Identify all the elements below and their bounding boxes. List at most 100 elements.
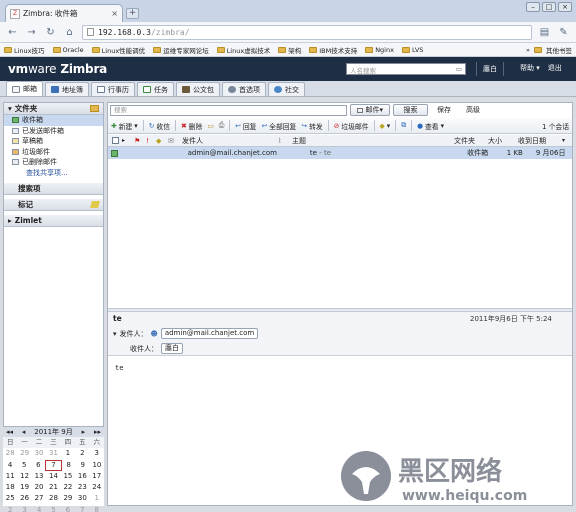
calendar-day[interactable]: 3 bbox=[90, 448, 104, 459]
calendar-day[interactable]: 8 bbox=[62, 460, 76, 471]
expand-header-icon[interactable]: ▾ bbox=[113, 330, 117, 338]
detach-icon[interactable]: ⧉ bbox=[401, 121, 406, 130]
spam-button[interactable]: ⊘ 垃圾邮件 bbox=[334, 121, 369, 131]
address-bar[interactable]: 192.168.0.3/zimbra/ bbox=[82, 24, 532, 40]
calendar-day[interactable]: 26 bbox=[17, 493, 31, 504]
print-icon[interactable]: ⎙ bbox=[219, 121, 224, 130]
prev-month-icon[interactable]: ◂ bbox=[22, 428, 26, 436]
tab-tasks[interactable]: 任务 bbox=[137, 82, 174, 96]
calendar-day[interactable]: 9 bbox=[76, 460, 90, 471]
calendar-day[interactable]: 19 bbox=[17, 482, 31, 493]
calendar-day[interactable]: 2 bbox=[3, 505, 17, 512]
bookmark-item[interactable]: LVS bbox=[401, 46, 423, 54]
calendar-day[interactable]: 30 bbox=[32, 448, 46, 459]
flag-col-icon[interactable]: ⚑ bbox=[134, 137, 146, 145]
folder-junk[interactable]: 垃圾邮件 bbox=[4, 147, 103, 158]
tab-briefcase[interactable]: 公文包 bbox=[176, 82, 220, 96]
sort-icon[interactable]: ▾ bbox=[562, 137, 565, 144]
calendar-day[interactable]: 14 bbox=[46, 471, 60, 482]
calendar-day[interactable]: 6 bbox=[61, 505, 75, 512]
expand-icon[interactable]: ▸ bbox=[8, 216, 12, 225]
calendar-day[interactable]: 20 bbox=[32, 482, 46, 493]
calendar-day[interactable]: 11 bbox=[3, 471, 17, 482]
calendar-day[interactable]: 4 bbox=[3, 460, 17, 471]
calendar-day[interactable]: 27 bbox=[32, 493, 46, 504]
forward-icon[interactable]: → bbox=[25, 26, 38, 39]
calendar-day[interactable]: 23 bbox=[75, 482, 89, 493]
tags-header[interactable]: 标记 bbox=[4, 199, 103, 211]
save-search-button[interactable]: 保存 bbox=[431, 104, 457, 116]
close-window-icon[interactable]: × bbox=[558, 2, 572, 12]
address-card-icon[interactable]: ▭ bbox=[456, 65, 462, 73]
reload-icon[interactable]: ↻ bbox=[44, 26, 57, 39]
calendar-day[interactable]: 31 bbox=[46, 448, 60, 459]
other-bookmarks[interactable]: » 其他书签 bbox=[526, 45, 572, 55]
calendar-day[interactable]: 15 bbox=[61, 471, 75, 482]
bookmark-item[interactable]: Linux虚拟技术 bbox=[216, 45, 270, 55]
tab-mail[interactable]: 邮箱 bbox=[6, 81, 43, 96]
message-checkbox[interactable] bbox=[111, 149, 119, 157]
calendar-day[interactable]: 18 bbox=[3, 482, 17, 493]
page-menu-icon[interactable]: ▤ bbox=[538, 26, 551, 39]
calendar-day[interactable]: 25 bbox=[3, 493, 17, 504]
calendar-day[interactable]: 13 bbox=[32, 471, 46, 482]
column-subject[interactable]: 主题 bbox=[292, 136, 454, 146]
tag-col-icon[interactable]: ◆ bbox=[156, 137, 168, 145]
calendar-day[interactable]: 30 bbox=[75, 493, 89, 504]
find-shares-link[interactable]: 查找共享项... bbox=[4, 168, 103, 179]
calendar-day[interactable]: 10 bbox=[90, 460, 104, 471]
calendar-day[interactable]: 22 bbox=[61, 482, 75, 493]
attachment-col-icon[interactable]: ⌇ bbox=[278, 137, 292, 145]
back-icon[interactable]: ← bbox=[6, 26, 19, 39]
expand-col-icon[interactable]: ▸ bbox=[122, 137, 134, 144]
minimize-icon[interactable]: – bbox=[526, 2, 540, 12]
delete-button[interactable]: ✖ 删除 bbox=[181, 121, 202, 131]
from-address[interactable]: admin@mail.chanjet.com bbox=[160, 328, 259, 339]
search-button[interactable]: 搜索 bbox=[393, 104, 428, 116]
calendar-day[interactable]: 28 bbox=[3, 448, 17, 459]
folder-drafts[interactable]: 草稿箱 bbox=[4, 136, 103, 147]
next-year-icon[interactable]: ▸▸ bbox=[94, 428, 101, 436]
calendar-day[interactable]: 17 bbox=[90, 471, 104, 482]
column-folder[interactable]: 文件夹 bbox=[454, 136, 488, 146]
calendar-day[interactable]: 28 bbox=[46, 493, 60, 504]
bookmark-item[interactable]: IBM技术支持 bbox=[309, 45, 357, 55]
bookmark-item[interactable]: Nginx bbox=[365, 46, 394, 54]
zimlet-header[interactable]: ▸ Zimlet bbox=[4, 215, 103, 227]
advanced-search-button[interactable]: 高级 bbox=[460, 104, 486, 116]
status-col-icon[interactable]: ✉ bbox=[168, 137, 182, 145]
calendar-day[interactable]: 29 bbox=[61, 493, 75, 504]
calendar-day[interactable]: 4 bbox=[32, 505, 46, 512]
column-sender[interactable]: 发件人 bbox=[182, 136, 278, 146]
calendar-day[interactable]: 12 bbox=[17, 471, 31, 482]
calendar-day[interactable]: 29 bbox=[17, 448, 31, 459]
calendar-day[interactable]: 1 bbox=[61, 448, 75, 459]
new-tag-icon[interactable] bbox=[90, 201, 100, 208]
bookmark-item[interactable]: Linux技巧 bbox=[4, 45, 45, 55]
chevron-right-icon[interactable]: » bbox=[526, 46, 530, 54]
bookmark-item[interactable]: Linux性能调优 bbox=[91, 45, 145, 55]
message-row[interactable]: admin@mail.chanjet.com te - te 收件箱 1 KB … bbox=[108, 147, 572, 159]
tab-calendar[interactable]: 行事历 bbox=[91, 82, 135, 96]
calendar-day[interactable]: 3 bbox=[17, 505, 31, 512]
people-search-input[interactable]: 人名搜索 ▭ bbox=[346, 63, 466, 75]
maximize-icon[interactable]: □ bbox=[542, 2, 556, 12]
calendar-day[interactable]: 24 bbox=[90, 482, 104, 493]
searches-header[interactable]: 搜索项 bbox=[4, 183, 103, 195]
calendar-day[interactable]: 8 bbox=[90, 505, 104, 512]
wrench-icon[interactable]: ✎ bbox=[557, 26, 570, 39]
bookmark-item[interactable]: 架构 bbox=[278, 45, 301, 55]
bookmark-item[interactable]: 运维专家网论坛 bbox=[153, 45, 209, 55]
folder-trash[interactable]: 已删除邮件 bbox=[4, 157, 103, 168]
close-tab-icon[interactable]: × bbox=[111, 9, 118, 18]
tab-preferences[interactable]: 首选项 bbox=[222, 82, 266, 96]
calendar-day[interactable]: 5 bbox=[46, 505, 60, 512]
help-menu[interactable]: 帮助 ▾ bbox=[520, 63, 540, 73]
folder-inbox[interactable]: 收件箱 bbox=[4, 115, 103, 126]
logout-link[interactable]: 退出 bbox=[548, 63, 562, 73]
collapse-icon[interactable]: ▾ bbox=[8, 104, 12, 113]
calendar-day[interactable]: 16 bbox=[75, 471, 89, 482]
calendar-day[interactable]: 6 bbox=[31, 460, 45, 471]
calendar-day[interactable]: 21 bbox=[46, 482, 60, 493]
home-icon[interactable]: ⌂ bbox=[63, 26, 76, 39]
